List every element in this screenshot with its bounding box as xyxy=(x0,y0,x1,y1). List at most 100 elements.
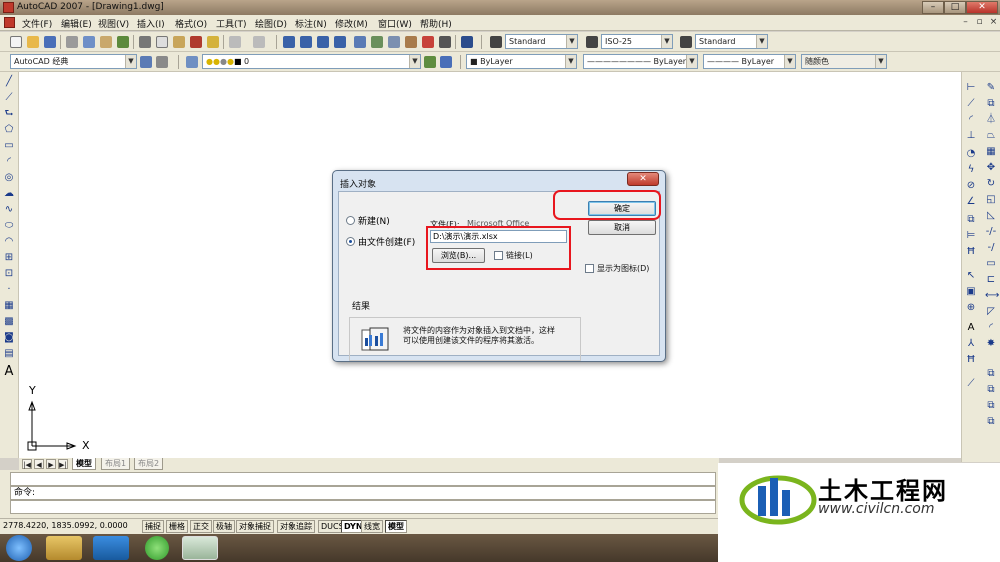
pan-icon[interactable] xyxy=(283,36,295,48)
color-select[interactable]: ■ ByLayer ▼ xyxy=(466,54,577,69)
text-style-select[interactable]: Standard ▼ xyxy=(505,34,578,49)
doc-restore-button[interactable]: ▫ xyxy=(974,17,985,28)
markup-icon[interactable] xyxy=(422,36,434,48)
match-properties-icon[interactable] xyxy=(190,36,202,48)
save-icon[interactable] xyxy=(44,36,56,48)
command-input[interactable] xyxy=(10,500,716,514)
gradient-icon[interactable]: ▩ xyxy=(3,316,15,328)
lineweight-toggle[interactable]: 线宽 xyxy=(361,520,383,533)
menu-help[interactable]: 帮助(H) xyxy=(420,17,452,30)
calculator-icon[interactable] xyxy=(439,36,451,48)
rectangle-icon[interactable]: ▭ xyxy=(3,140,15,152)
diameter-dimension-icon[interactable]: ⊘ xyxy=(965,180,977,192)
cut-icon[interactable] xyxy=(139,36,151,48)
linear-dimension-icon[interactable]: ⊢ xyxy=(965,82,977,94)
multiline-text-icon[interactable]: A xyxy=(3,365,15,378)
maximize-button[interactable]: □ xyxy=(944,1,966,14)
tool-palettes-icon[interactable] xyxy=(388,36,400,48)
dimension-text-edit-icon[interactable]: ⅄ xyxy=(965,338,977,350)
bring-above-icon[interactable]: ⧉ xyxy=(985,400,997,412)
copy-object-icon[interactable]: ⧉ xyxy=(985,98,997,110)
ordinate-dimension-icon[interactable]: ⊥ xyxy=(965,130,977,142)
grid-toggle[interactable]: 栅格 xyxy=(166,520,188,533)
make-current-layer-icon[interactable] xyxy=(424,56,436,68)
my-workspace-icon[interactable] xyxy=(156,56,168,68)
region-icon[interactable]: ◙ xyxy=(3,332,15,344)
layer-previous-icon[interactable] xyxy=(440,56,452,68)
redo-icon[interactable] xyxy=(253,36,265,48)
design-center-icon[interactable] xyxy=(371,36,383,48)
polar-toggle[interactable]: 极轴 xyxy=(213,520,235,533)
ellipse-arc-icon[interactable]: ◠ xyxy=(3,236,15,248)
menu-modify[interactable]: 修改(M) xyxy=(335,17,368,30)
dim-style-select[interactable]: ISO-25 ▼ xyxy=(601,34,673,49)
tab-layout2[interactable]: 布局2 xyxy=(134,458,164,470)
close-button[interactable]: ✕ xyxy=(966,1,998,14)
last-tab-icon[interactable]: ▶| xyxy=(58,459,68,469)
trim-icon[interactable]: -/- xyxy=(985,226,997,238)
ok-button[interactable]: 确定 xyxy=(588,201,656,216)
line-icon[interactable]: ╱ xyxy=(3,76,15,88)
display-as-icon-option[interactable]: 显示为图标(D) xyxy=(585,263,649,274)
otrack-toggle[interactable]: 对象追踪 xyxy=(277,520,315,533)
model-toggle[interactable]: 模型 xyxy=(385,520,407,533)
lineweight-select[interactable]: ———— ByLayer ▼ xyxy=(703,54,796,69)
jogged-dimension-icon[interactable]: ϟ xyxy=(965,164,977,176)
circle-icon[interactable]: ◎ xyxy=(3,172,15,184)
dimension-update-icon[interactable]: Ħ xyxy=(965,354,977,366)
zoom-previous-icon[interactable] xyxy=(334,36,346,48)
insert-block-icon[interactable]: ⊞ xyxy=(3,252,15,264)
draworder-front-icon[interactable]: ⧉ xyxy=(985,368,997,380)
quick-dimension-icon[interactable]: ⧉ xyxy=(965,214,977,226)
workspace-select[interactable]: AutoCAD 经典 ▼ xyxy=(10,54,137,69)
next-tab-icon[interactable]: ▶ xyxy=(46,459,56,469)
mirror-icon[interactable]: ⏃ xyxy=(985,114,997,126)
dialog-close-button[interactable]: ✕ xyxy=(627,172,659,186)
minimize-button[interactable]: – xyxy=(922,1,944,14)
scale-icon[interactable]: ◱ xyxy=(985,194,997,206)
menu-edit[interactable]: 编辑(E) xyxy=(61,17,92,30)
explorer-taskbar-icon[interactable] xyxy=(46,536,82,560)
menu-window[interactable]: 窗口(W) xyxy=(378,17,412,30)
from-file-option[interactable]: 由文件创建(F) xyxy=(346,235,415,248)
join-icon[interactable]: ⟷ xyxy=(985,290,999,302)
zoom-realtime-icon[interactable] xyxy=(300,36,312,48)
spline-icon[interactable]: ∿ xyxy=(3,204,15,216)
move-icon[interactable]: ✥ xyxy=(985,162,997,174)
doc-minimize-button[interactable]: – xyxy=(960,17,971,28)
browser-taskbar-icon[interactable] xyxy=(145,536,169,560)
radio-new[interactable] xyxy=(346,216,355,225)
command-line[interactable]: 命令: xyxy=(10,486,716,500)
dimension-edit-icon[interactable]: A xyxy=(965,322,977,334)
publish-icon[interactable] xyxy=(100,36,112,48)
ellipse-icon[interactable]: ⬭ xyxy=(3,220,15,232)
snap-toggle[interactable]: 捕捉 xyxy=(142,520,164,533)
start-button[interactable] xyxy=(6,535,32,561)
explode-icon[interactable]: ✸ xyxy=(985,338,997,350)
continue-dimension-icon[interactable]: Ħ xyxy=(965,246,977,258)
extend-icon[interactable]: -/ xyxy=(985,242,997,254)
offset-icon[interactable]: ⏢ xyxy=(985,130,997,142)
new-option[interactable]: 新建(N) xyxy=(346,214,390,227)
plot-preview-icon[interactable] xyxy=(83,36,95,48)
quick-leader-icon[interactable]: ↖ xyxy=(965,270,977,282)
browse-button[interactable]: 浏览(B)... xyxy=(432,248,485,263)
workspace-settings-icon[interactable] xyxy=(140,56,152,68)
erase-icon[interactable]: ✎ xyxy=(985,82,997,94)
point-icon[interactable]: · xyxy=(3,284,15,296)
menu-view[interactable]: 视图(V) xyxy=(98,17,129,30)
construction-line-icon[interactable]: ⟋ xyxy=(3,92,15,104)
paste-icon[interactable] xyxy=(173,36,185,48)
draworder-back-icon[interactable]: ⧉ xyxy=(985,384,997,396)
link-option[interactable]: 链接(L) xyxy=(494,250,533,261)
table-icon[interactable]: ▤ xyxy=(3,348,15,360)
tab-model[interactable]: 模型 xyxy=(72,458,96,470)
doc-close-button[interactable]: × xyxy=(988,17,999,28)
dimension-style-icon[interactable]: ⟋ xyxy=(965,378,977,390)
menu-format[interactable]: 格式(O) xyxy=(175,17,207,30)
app-taskbar-icon[interactable] xyxy=(93,536,129,560)
rotate-icon[interactable]: ↻ xyxy=(985,178,997,190)
open-icon[interactable] xyxy=(27,36,39,48)
block-editor-icon[interactable] xyxy=(207,36,219,48)
file-path-input[interactable]: D:\演示\演示.xlsx xyxy=(430,230,567,243)
